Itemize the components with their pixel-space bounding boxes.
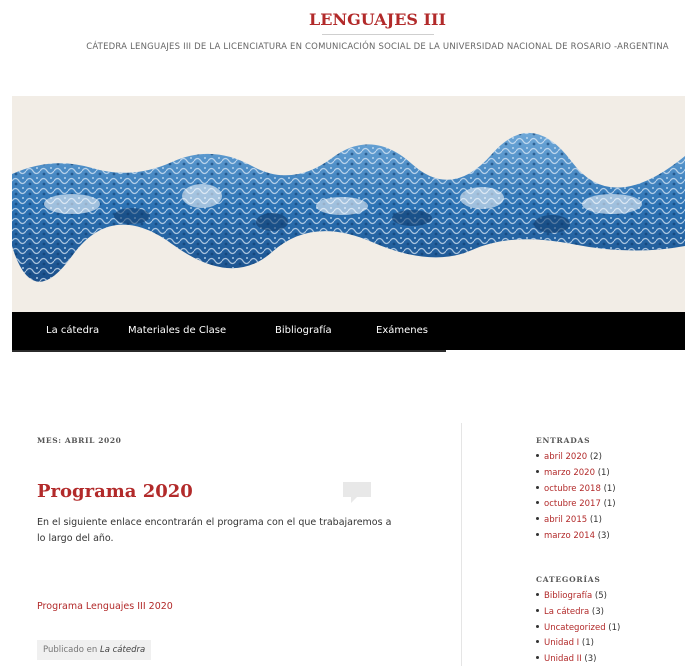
archive-count: (1)	[597, 467, 610, 478]
archive-link[interactable]: octubre 2018	[544, 484, 601, 494]
list-item: Unidad I (1)	[535, 636, 620, 652]
category-link[interactable]: La cátedra	[544, 607, 589, 617]
title-rule	[322, 34, 434, 35]
archive-title: MES: ABRIL 2020	[37, 436, 122, 445]
archive-link[interactable]: marzo 2020	[544, 468, 595, 478]
bullet-icon	[536, 485, 539, 489]
list-item: abril 2020 (2)	[535, 450, 616, 466]
archive-link[interactable]: abril 2020	[544, 452, 587, 462]
bullet-icon	[536, 501, 539, 505]
bullet-icon	[536, 593, 539, 596]
category-link[interactable]: Unidad II	[544, 654, 582, 664]
list-item: marzo 2020 (1)	[535, 466, 616, 482]
list-item: La cátedra (3)	[535, 605, 620, 621]
nav-item-materiales-de-clase[interactable]: Materiales de Clase	[128, 325, 226, 336]
posted-in-meta: Publicado en La cátedra	[37, 640, 152, 660]
bullet-icon	[536, 532, 539, 536]
nav-item-bibliografia[interactable]: Bibliografía	[275, 325, 332, 336]
post-body: En el siguiente enlace encontrarán el pr…	[37, 517, 392, 544]
nav-item-examenes[interactable]: Exámenes	[376, 325, 428, 336]
comment-bubble-icon[interactable]	[343, 482, 371, 504]
content-sidebar-divider	[461, 423, 462, 666]
bullet-icon	[536, 608, 539, 612]
site-title[interactable]: LENGUAJES III	[0, 10, 685, 29]
list-item: marzo 2014 (3)	[535, 529, 616, 545]
archive-link[interactable]: marzo 2014	[544, 531, 595, 541]
category-link[interactable]: Bibliografía	[544, 591, 592, 601]
nav-item-la-catedra[interactable]: La cátedra	[46, 325, 99, 336]
bullet-icon	[536, 624, 539, 628]
main-navigation: La cátedra Materiales de Clase Bibliogra…	[12, 312, 685, 350]
archive-count: (1)	[589, 515, 602, 526]
category-count: (3)	[591, 606, 604, 617]
bullet-icon	[536, 640, 539, 644]
category-count: (1)	[581, 638, 594, 649]
category-count: (5)	[594, 591, 607, 601]
archive-count: (2)	[589, 452, 602, 462]
archives-list: abril 2020 (2) marzo 2020 (1) octubre 20…	[535, 450, 616, 545]
widget-title-entradas: ENTRADAS	[536, 436, 591, 445]
posted-in-prefix: Publicado en	[43, 645, 98, 655]
archive-count: (1)	[603, 499, 616, 510]
list-item: octubre 2017 (1)	[535, 497, 616, 513]
list-item: abril 2015 (1)	[535, 513, 616, 529]
category-link[interactable]: Unidad I	[544, 638, 579, 648]
list-item: Unidad II (3)	[535, 652, 620, 666]
bullet-icon	[536, 469, 539, 473]
bullet-icon	[536, 454, 539, 457]
category-count: (1)	[608, 622, 621, 633]
archive-link[interactable]: octubre 2017	[544, 499, 601, 509]
post-title[interactable]: Programa 2020	[37, 481, 193, 502]
list-item: Uncategorized (1)	[535, 621, 620, 637]
archive-link[interactable]: abril 2015	[544, 515, 587, 525]
posted-in-category-link[interactable]: La cátedra	[100, 645, 145, 655]
archive-count: (3)	[597, 530, 610, 541]
archive-count: (1)	[603, 483, 616, 494]
categories-list: Bibliografía (5) La cátedra (3) Uncatego…	[535, 589, 620, 666]
widget-title-categorias: CATEGORÍAS	[536, 575, 601, 584]
bullet-icon	[536, 656, 539, 660]
nav-underline	[12, 350, 446, 352]
post-program-link[interactable]: Programa Lenguajes III 2020	[37, 601, 173, 612]
list-item: octubre 2018 (1)	[535, 482, 616, 498]
category-count: (3)	[584, 654, 597, 665]
list-item: Bibliografía (5)	[535, 589, 620, 605]
header-banner-image	[12, 96, 685, 312]
bullet-icon	[536, 517, 539, 521]
category-link[interactable]: Uncategorized	[544, 623, 606, 633]
site-description: CÁTEDRA LENGUAJES III DE LA LICENCIATURA…	[86, 42, 669, 52]
